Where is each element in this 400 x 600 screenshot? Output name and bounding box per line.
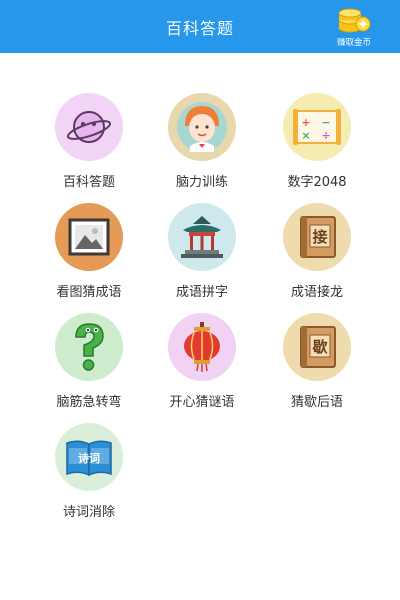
coins-plus-icon [338, 8, 371, 33]
tile-label: 猜歇后语 [290, 395, 343, 410]
tile-shici-xiaochu[interactable]: 诗词 诗词消除 [29, 423, 149, 523]
earn-coins-button[interactable]: 赚取金币 [324, 6, 384, 50]
svg-text:×: × [301, 129, 310, 142]
question-creature-icon [55, 313, 123, 381]
book-badge: 接 [312, 228, 327, 246]
tile-kaixin-cai-miyu[interactable]: 开心猜谜语 [142, 313, 262, 413]
page-title: 百科答题 [165, 18, 234, 38]
tile-label: 诗词消除 [62, 505, 115, 520]
pavilion-icon [168, 203, 236, 271]
tile-label: 开心猜谜语 [169, 395, 235, 410]
tile-label: 数字2048 [287, 175, 347, 190]
tile-label: 成语接龙 [290, 285, 343, 300]
app-header: 百科答题 赚取金币 [0, 0, 400, 53]
svg-text:÷: ÷ [321, 129, 330, 142]
tile-naoli-xunlian[interactable]: 脑力训练 [142, 93, 262, 193]
tile-chengyu-jielong[interactable]: 接 成语接龙 [257, 203, 377, 303]
tile-cai-xiehouyu[interactable]: 歇 猜歇后语 [257, 313, 377, 413]
tile-label: 百科答题 [62, 175, 115, 190]
book-jie-icon: 接 [283, 203, 351, 271]
tile-chengyu-pinzi[interactable]: 成语拼字 [142, 203, 262, 303]
tile-label: 看图猜成语 [56, 285, 122, 300]
svg-text:−: − [321, 116, 330, 129]
poem-book-icon: 诗词 [55, 423, 123, 491]
tile-naojin-jizhuanwan[interactable]: 脑筋急转弯 [29, 313, 149, 413]
book-xie-icon: 歇 [283, 313, 351, 381]
tile-kantu-cai-chengyu[interactable]: 看图猜成语 [29, 203, 149, 303]
tile-label: 成语拼字 [175, 285, 228, 300]
picture-frame-icon [55, 203, 123, 271]
planet-icon [55, 93, 123, 161]
child-avatar-icon [168, 93, 236, 161]
book-badge: 歇 [311, 338, 327, 356]
tile-label: 脑力训练 [175, 175, 228, 190]
math-board-icon: + − × ÷ [283, 93, 351, 161]
earn-coins-label: 赚取金币 [336, 38, 371, 48]
tile-label: 脑筋急转弯 [56, 395, 122, 410]
tile-shuzi-2048[interactable]: + − × ÷ 数字2048 [257, 93, 377, 193]
svg-text:+: + [301, 116, 310, 129]
lantern-icon [168, 313, 236, 381]
book-badge: 诗词 [78, 451, 100, 465]
tile-baike-dati[interactable]: 百科答题 [29, 93, 149, 193]
